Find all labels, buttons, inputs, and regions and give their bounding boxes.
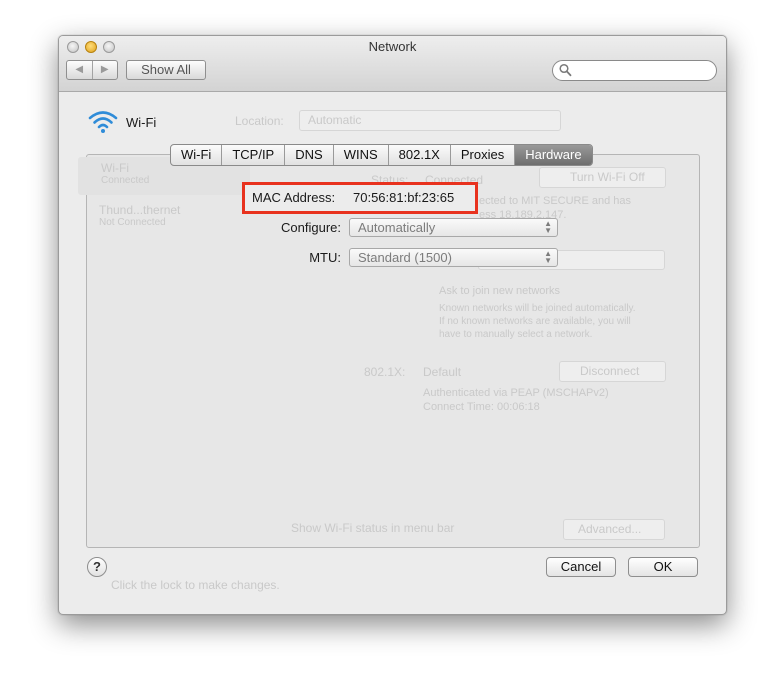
service-thunderbolt-status: Not Connected	[99, 217, 166, 228]
mtu-label: MTU:	[309, 250, 341, 265]
location-popup: Automatic	[299, 110, 561, 131]
back-button[interactable]: ◀	[67, 61, 92, 79]
mtu-popup[interactable]: Standard (1500) ▲ ▼	[349, 248, 558, 267]
authenticated-text: Authenticated via PEAP (MSCHAPv2)	[423, 387, 609, 399]
turn-wifi-off-button: Turn Wi-Fi Off	[539, 167, 666, 188]
tab-proxies[interactable]: Proxies	[449, 145, 514, 165]
disconnect-button: Disconnect	[559, 361, 666, 382]
service-thunderbolt-name: Thund...thernet	[99, 203, 181, 217]
search-icon	[559, 63, 572, 80]
ask-join-text: Ask to join new networks	[439, 285, 561, 297]
preferences-content: Location: Automatic Wi-Fi Connected Thun…	[59, 92, 726, 614]
back-forward-control: ◀ ▶	[66, 60, 118, 80]
tab-dns[interactable]: DNS	[284, 145, 332, 165]
configure-label: Configure:	[281, 220, 341, 235]
mac-address-label: MAC Address:	[252, 190, 336, 205]
known-networks-text-2: If no known networks are available, you …	[439, 316, 631, 327]
connect-time-text: Connect Time: 00:06:18	[423, 401, 540, 413]
location-value: Automatic	[308, 113, 362, 127]
advanced-button: Advanced...	[563, 519, 665, 540]
tab-tcpip[interactable]: TCP/IP	[221, 145, 284, 165]
ok-button[interactable]: OK	[628, 557, 698, 577]
show-status-checkbox-label: Show Wi-Fi status in menu bar	[291, 521, 455, 535]
title-bar: Network ◀ ▶ Show All	[59, 36, 726, 92]
dot1x-value: Default	[423, 365, 462, 379]
search-field[interactable]	[552, 60, 717, 81]
wifi-icon	[87, 109, 119, 138]
network-window: Network ◀ ▶ Show All Location: Automatic…	[58, 35, 727, 615]
tab-8021x[interactable]: 802.1X	[387, 145, 450, 165]
mac-address-value: 70:56:81:bf:23:65	[353, 190, 455, 205]
known-networks-text-1: Known networks will be joined automatica…	[439, 303, 636, 314]
configure-value: Automatically	[358, 220, 436, 235]
popup-arrows-icon: ▲ ▼	[544, 219, 552, 235]
tab-hardware[interactable]: Hardware	[514, 145, 592, 165]
known-networks-text-3: have to manually select a network.	[439, 329, 593, 340]
service-wifi-status: Connected	[101, 175, 150, 186]
dot1x-label: 802.1X:	[364, 365, 406, 379]
show-all-button[interactable]: Show All	[126, 60, 206, 80]
advanced-tabs: Wi-Fi TCP/IP DNS WINS 802.1X Proxies Har…	[170, 144, 593, 166]
forward-button[interactable]: ▶	[91, 61, 118, 79]
location-label: Location:	[235, 114, 284, 128]
mtu-value: Standard (1500)	[358, 250, 452, 265]
help-button[interactable]: ?	[87, 557, 107, 577]
mtu-row: MTU:	[159, 248, 341, 268]
lock-text: Click the lock to make changes.	[111, 578, 280, 592]
service-name: Wi-Fi	[126, 115, 157, 130]
connected-text: ected to MIT SECURE and has	[479, 195, 632, 207]
configure-popup[interactable]: Automatically ▲ ▼	[349, 218, 558, 237]
popup-arrows-icon: ▲ ▼	[544, 249, 552, 265]
cancel-button[interactable]: Cancel	[546, 557, 616, 577]
tab-wins[interactable]: WINS	[332, 145, 388, 165]
service-wifi-name: Wi-Fi	[101, 161, 129, 175]
window-title: Network	[368, 39, 417, 54]
configure-row: Configure:	[159, 218, 341, 238]
tab-wifi[interactable]: Wi-Fi	[171, 145, 221, 165]
